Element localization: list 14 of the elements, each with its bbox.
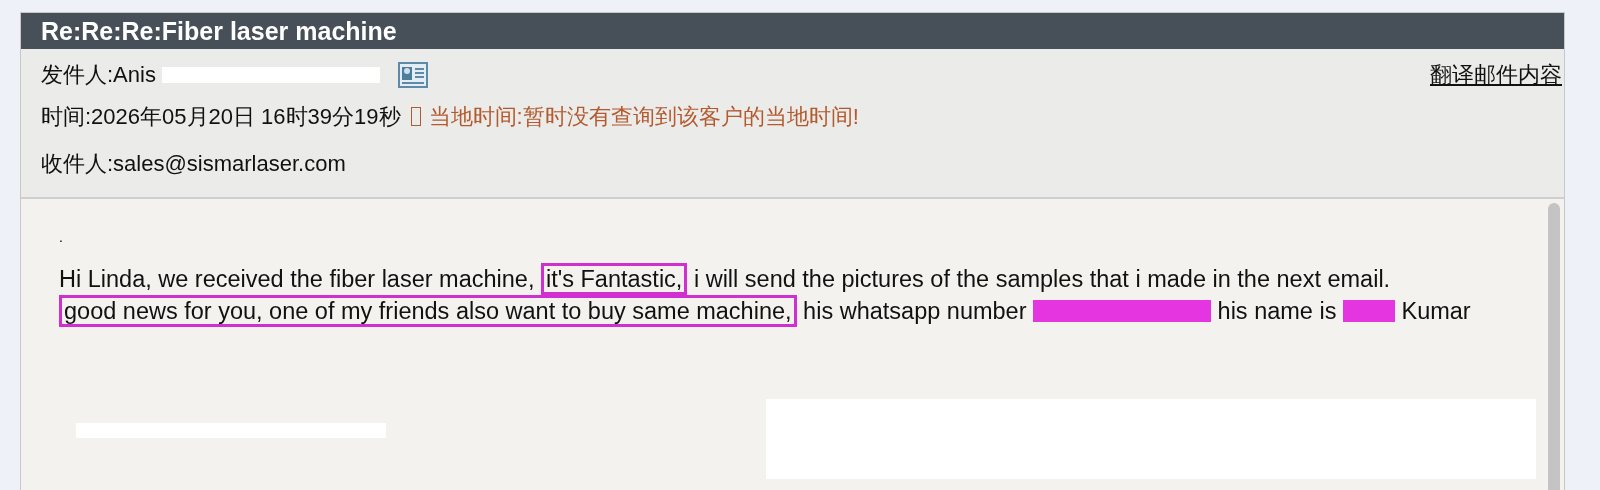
sender-label: 发件人:Anis (41, 61, 156, 89)
scrollbar[interactable] (1548, 203, 1560, 490)
highlight-frame: good news for you, one of my friends also want to buy same machine, (59, 295, 797, 327)
contact-card-icon[interactable] (397, 62, 428, 88)
highlight-frame: it's Fantastic, (541, 263, 688, 295)
recipient: 收件人:sales@sismarlaser.com (41, 149, 346, 178)
sent-time: 时间:2026年05月20日 16时39分19秒 (41, 102, 401, 131)
email-subject: Re:Re:Re:Fiber laser machine (41, 16, 397, 46)
local-time-note: 当地时间:暂时没有查询到该客户的当地时间! (428, 102, 859, 131)
email-body-text: good news for you, one of my friends also want to buy same machine, his whatsapp number his name is Kumar (59, 295, 1508, 327)
square-icon (410, 107, 421, 126)
email-body-text: Hi Linda, we received the fiber laser machine, it's Fantastic, i will send the pictures of the samples that i made in the next email. (59, 263, 1508, 295)
dot-text: . (59, 229, 64, 247)
translate-link[interactable]: 翻译邮件内容 (1430, 60, 1562, 90)
